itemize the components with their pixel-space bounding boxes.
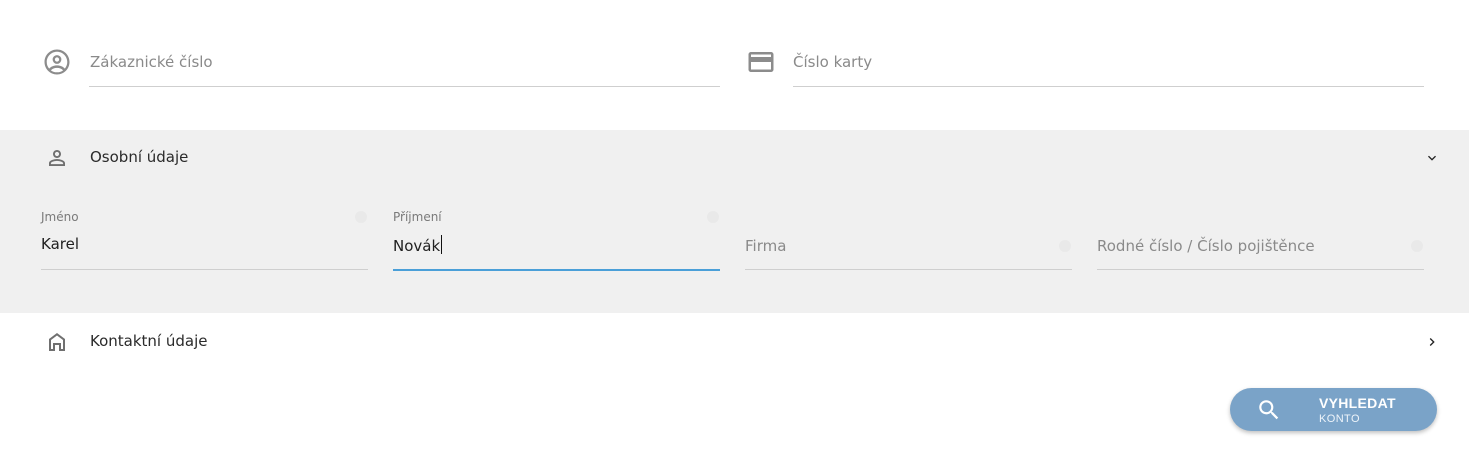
account-circle-icon xyxy=(42,47,72,77)
last-name-clear-icon[interactable] xyxy=(707,211,719,223)
first-name-underline xyxy=(41,269,368,270)
chevron-down-icon[interactable] xyxy=(1424,150,1440,166)
contact-section-header[interactable]: Kontaktní údaje xyxy=(0,313,1469,369)
birth-number-clear-icon[interactable] xyxy=(1411,240,1423,252)
personal-section-title: Osobní údaje xyxy=(90,148,189,166)
first-name-label: Jméno xyxy=(41,210,79,224)
card-number-placeholder: Číslo karty xyxy=(793,53,873,71)
birth-number-field[interactable]: Rodné číslo / Číslo pojištěnce xyxy=(1097,206,1424,270)
company-placeholder: Firma xyxy=(745,237,787,255)
text-caret xyxy=(441,235,443,254)
last-name-label: Příjmení xyxy=(393,210,442,224)
last-name-underline xyxy=(393,269,720,271)
first-name-value: Karel xyxy=(41,235,79,253)
company-underline xyxy=(745,269,1072,270)
search-button-label: VYHLEDAT xyxy=(1319,395,1396,411)
company-field[interactable]: Firma xyxy=(745,206,1072,270)
search-icon xyxy=(1256,397,1282,423)
search-button-sublabel: KONTO xyxy=(1319,413,1360,425)
first-name-field[interactable]: Jméno Karel xyxy=(41,206,368,270)
last-name-value: Novák xyxy=(393,235,443,255)
company-clear-icon[interactable] xyxy=(1059,240,1071,252)
credit-card-icon xyxy=(745,47,777,77)
customer-number-placeholder: Zákaznické číslo xyxy=(90,53,213,71)
card-number-underline xyxy=(793,86,1424,87)
search-account-button[interactable]: VYHLEDAT KONTO xyxy=(1230,388,1437,431)
person-icon xyxy=(45,146,69,170)
last-name-field[interactable]: Příjmení Novák xyxy=(393,206,720,272)
birth-number-placeholder: Rodné číslo / Číslo pojištěnce xyxy=(1097,237,1315,255)
first-name-clear-icon[interactable] xyxy=(355,211,367,223)
birth-number-underline xyxy=(1097,269,1424,270)
personal-section: Osobní údaje Jméno Karel Příjmení Novák … xyxy=(0,130,1469,313)
personal-section-header[interactable]: Osobní údaje xyxy=(0,130,1469,186)
customer-number-underline xyxy=(89,86,720,87)
chevron-right-icon[interactable] xyxy=(1424,334,1440,350)
home-icon xyxy=(45,330,69,354)
contact-section-title: Kontaktní údaje xyxy=(90,332,208,350)
